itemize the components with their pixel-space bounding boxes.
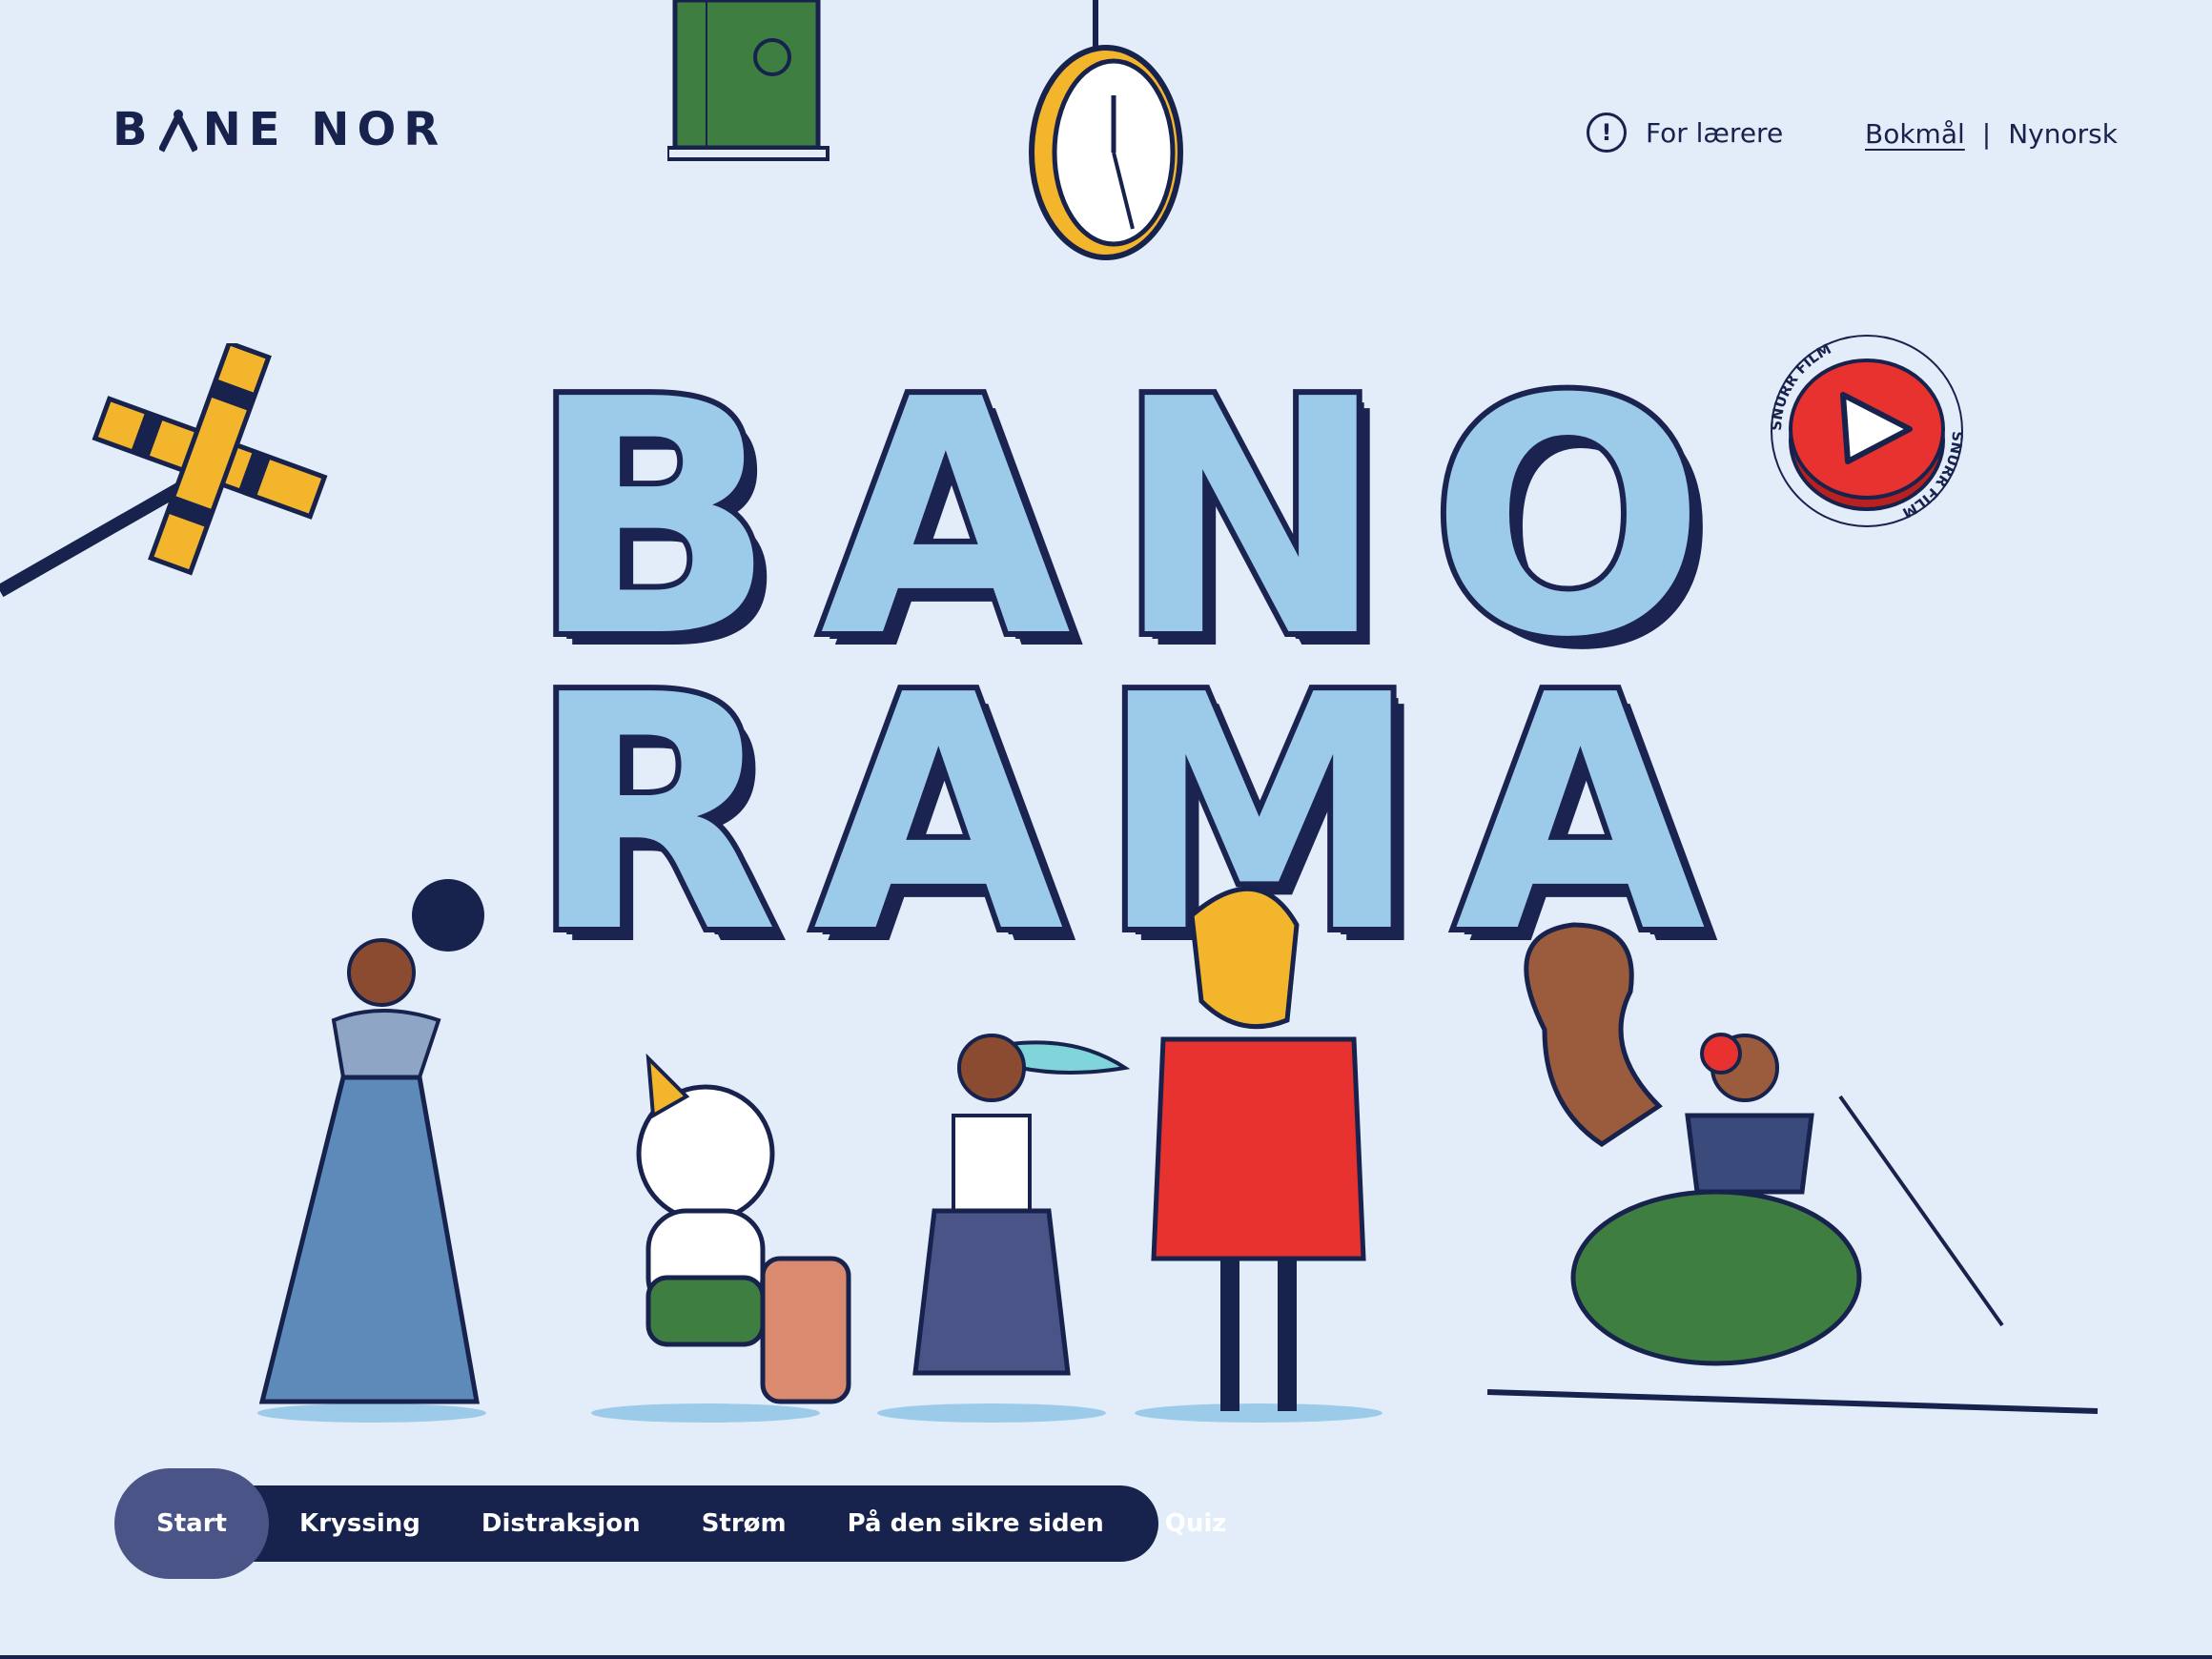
language-switcher: Bokmål | Nynorsk <box>1865 118 2118 150</box>
title-letter: B <box>523 331 782 708</box>
logo-text-rest: NE NOR <box>202 103 447 156</box>
title-letter: A <box>814 331 1076 708</box>
language-nynorsk[interactable]: Nynorsk <box>2008 118 2118 150</box>
nav-item-quiz[interactable]: Quiz <box>1135 1468 1258 1579</box>
nav-item-kryssing[interactable]: Kryssing <box>269 1468 451 1579</box>
language-separator: | <box>1981 118 1992 150</box>
characters-illustration <box>257 879 2099 1423</box>
title-line-1: B A N O <box>523 331 1711 708</box>
for-teachers-label: For lærere <box>1646 116 1784 149</box>
logo-text-b: B <box>113 103 155 156</box>
language-bokmal[interactable]: Bokmål <box>1865 118 1965 150</box>
bottom-border <box>0 1655 2212 1659</box>
nav-item-start[interactable]: Start <box>114 1468 269 1579</box>
exclamation-circle-icon: ! <box>1587 113 1627 153</box>
snurr-film-play-button[interactable]: SNURR FILM SNURR FILM <box>1752 317 1981 545</box>
nav-item-pa-den-sikre-siden[interactable]: På den sikre siden <box>817 1468 1135 1579</box>
nav-item-strom[interactable]: Strøm <box>671 1468 817 1579</box>
station-clock-illustration <box>1029 0 1183 260</box>
recycling-bin-illustration <box>667 0 830 161</box>
nav-item-distraksjon[interactable]: Distraksjon <box>451 1468 671 1579</box>
bottom-navigation: Start Kryssing Distraksjon Strøm På den … <box>114 1468 1226 1579</box>
logo-a-mark <box>158 107 197 153</box>
bane-nor-logo[interactable]: B NE NOR <box>113 103 446 156</box>
railway-crossing-sign-illustration <box>0 343 328 598</box>
for-teachers-link[interactable]: ! For lærere <box>1587 113 1783 153</box>
title-letter: N <box>1109 331 1392 708</box>
nav-items: Start Kryssing Distraksjon Strøm På den … <box>114 1468 1257 1579</box>
title-letter: O <box>1424 331 1711 708</box>
